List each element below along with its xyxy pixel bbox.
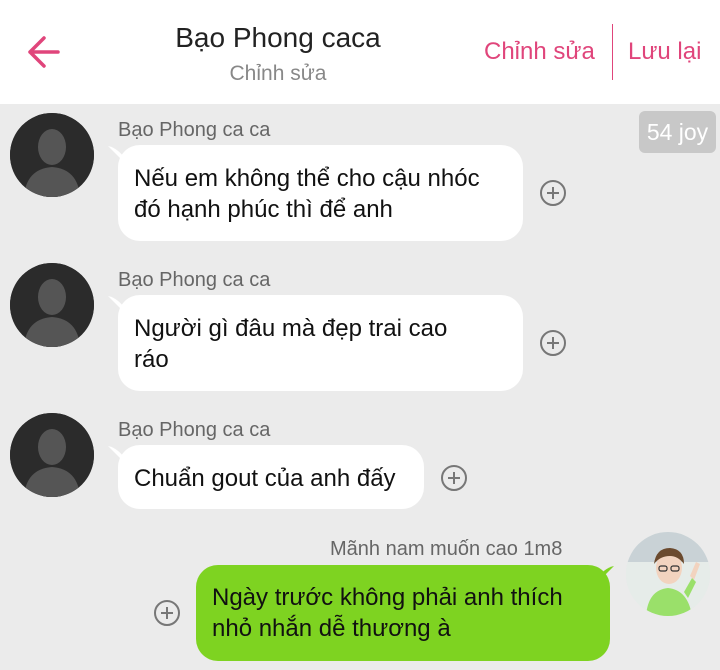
sender-name: Mãnh nam muốn cao 1m8	[330, 538, 563, 560]
message-bubble[interactable]: Người gì đâu mà đẹp trai cao ráo	[118, 295, 523, 391]
sender-name: Bạo Phong ca ca	[118, 269, 271, 291]
joy-badge: 54 joy	[639, 111, 716, 153]
chat-subtitle: Chỉnh sửa	[229, 62, 327, 85]
message-line: ráo	[134, 346, 169, 373]
my-message-bubble[interactable]: Ngày trước không phải anh thích nhỏ nhắn…	[196, 565, 610, 661]
plus-circle-icon[interactable]	[154, 600, 180, 626]
user-photo-avatar[interactable]	[626, 532, 710, 616]
message-line: Chuẩn gout của anh đấy	[134, 465, 396, 492]
sender-name: Bạo Phong ca ca	[118, 419, 271, 441]
message-line: nhỏ nhắn dễ thương à	[212, 615, 451, 642]
plus-circle-icon[interactable]	[441, 465, 467, 491]
message-bubble[interactable]: Nếu em không thể cho cậu nhóc đó hạnh ph…	[118, 145, 523, 241]
default-avatar-icon[interactable]	[10, 263, 94, 347]
save-button[interactable]: Lưu lại	[628, 38, 701, 66]
message-line: Ngày trước không phải anh thích	[212, 584, 563, 611]
default-avatar-icon[interactable]	[10, 113, 94, 197]
message-line: Nếu em không thể cho cậu nhóc	[134, 165, 480, 192]
message-line: đó hạnh phúc thì để anh	[134, 196, 393, 223]
sender-name: Bạo Phong ca ca	[118, 119, 271, 141]
plus-circle-icon[interactable]	[540, 180, 566, 206]
default-avatar-icon[interactable]	[10, 413, 94, 497]
header-divider	[612, 24, 613, 80]
chat-title: Bạo Phong caca	[175, 22, 381, 53]
message-bubble[interactable]: Chuẩn gout của anh đấy	[118, 445, 424, 509]
chat-header: Bạo Phong caca Chỉnh sửa Chỉnh sửa Lưu l…	[0, 0, 720, 104]
message-line: Người gì đâu mà đẹp trai cao	[134, 315, 448, 342]
edit-button[interactable]: Chỉnh sửa	[484, 38, 595, 66]
plus-circle-icon[interactable]	[540, 330, 566, 356]
